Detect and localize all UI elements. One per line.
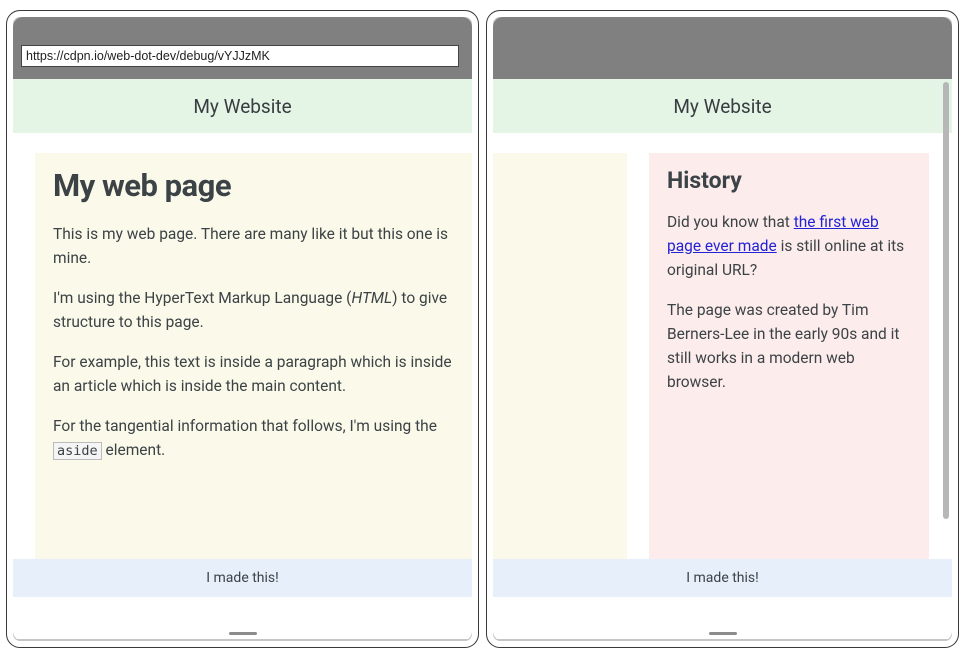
main-content-row: My web page This is my web page. There a… [493, 133, 952, 559]
site-header: My Website [13, 79, 472, 133]
footer-text: I made this! [686, 570, 759, 586]
main-content-row: My web page This is my web page. There a… [13, 133, 472, 559]
browser-chrome [493, 31, 952, 79]
site-title: My Website [193, 95, 291, 118]
site-title: My Website [673, 95, 771, 118]
browser-top-bar [493, 17, 952, 31]
footer-text: I made this! [206, 570, 279, 586]
url-bar[interactable] [21, 45, 459, 67]
tablet-screen-left: My Website My web page This is my web pa… [13, 17, 472, 641]
aside-p1: Did you know that the first web page eve… [667, 210, 911, 282]
aside-history: History Did you know that the first web … [649, 153, 929, 559]
tablet-screen-right: My Website My web page This is my web pa… [493, 17, 952, 641]
aside-heading: History [667, 167, 911, 194]
aside-code: aside [53, 442, 102, 460]
browser-top-bar [13, 17, 472, 31]
html-em: HTML [351, 289, 392, 307]
tablet-device-left: My Website My web page This is my web pa… [6, 10, 479, 648]
article-p4: For the tangential information that foll… [53, 414, 454, 462]
article-p2: I'm using the HyperText Markup Language … [53, 286, 454, 334]
tablet-device-right: My Website My web page This is my web pa… [486, 10, 959, 648]
article-p3: For example, this text is inside a parag… [53, 350, 454, 398]
article-p1: This is my web page. There are many like… [53, 222, 454, 270]
browser-chrome [13, 31, 472, 79]
page-viewport-left: My Website My web page This is my web pa… [13, 79, 472, 639]
home-indicator[interactable] [229, 632, 257, 635]
aside-p2: The page was created by Tim Berners-Lee … [667, 298, 911, 394]
article-main: My web page This is my web page. There a… [35, 153, 472, 559]
home-indicator[interactable] [709, 632, 737, 635]
article-main: My web page This is my web page. There a… [493, 153, 627, 559]
site-header: My Website [493, 79, 952, 133]
page-viewport-right: My Website My web page This is my web pa… [493, 79, 952, 639]
site-footer: I made this! [13, 559, 472, 597]
site-footer: I made this! [493, 559, 952, 597]
article-heading: My web page [53, 167, 454, 204]
scrollbar-vertical[interactable] [943, 82, 949, 519]
